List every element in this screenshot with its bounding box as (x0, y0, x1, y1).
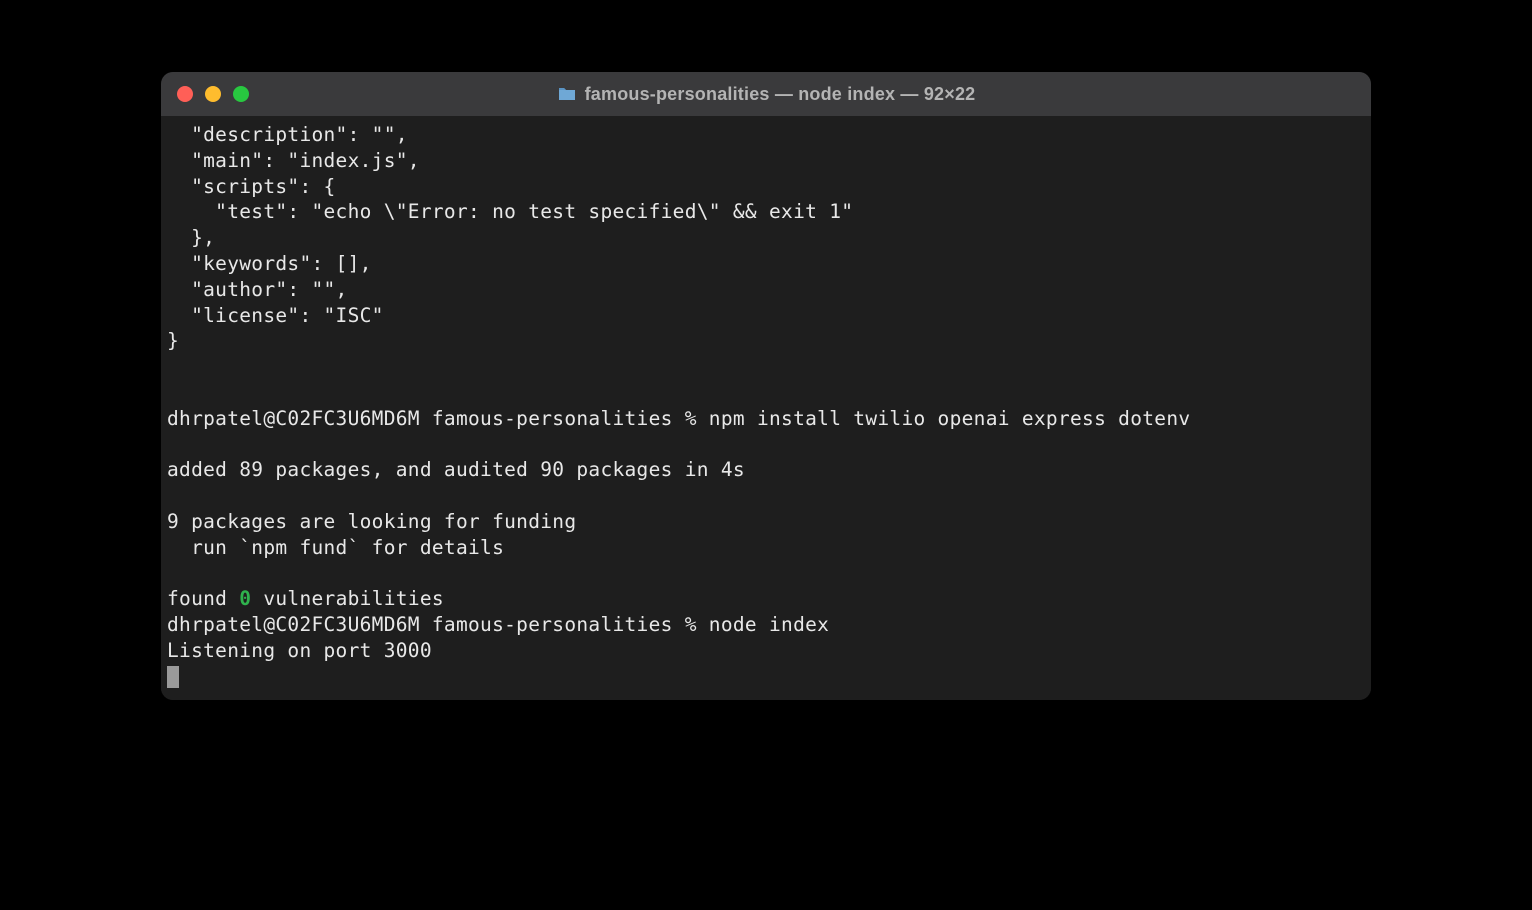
terminal-window: famous-personalities — node index — 92×2… (161, 72, 1371, 700)
terminal-line: dhrpatel@C02FC3U6MD6M famous-personaliti… (167, 407, 1190, 430)
vulnerability-count: 0 (239, 587, 251, 610)
terminal-line: 9 packages are looking for funding (167, 510, 576, 533)
found-prefix: found (167, 587, 239, 610)
terminal-line: } (167, 329, 179, 352)
terminal-line: "scripts": { (167, 175, 336, 198)
terminal-line: "description": "", (167, 123, 408, 146)
terminal-line: run `npm fund` for details (167, 536, 504, 559)
cursor (167, 666, 179, 688)
title-bar[interactable]: famous-personalities — node index — 92×2… (161, 72, 1371, 116)
terminal-line: "license": "ISC" (167, 304, 384, 327)
folder-icon (557, 86, 577, 102)
window-title: famous-personalities — node index — 92×2… (585, 84, 976, 105)
terminal-line: "test": "echo \"Error: no test specified… (167, 200, 853, 223)
terminal-line: }, (167, 226, 215, 249)
terminal-line: "keywords": [], (167, 252, 372, 275)
title-container: famous-personalities — node index — 92×2… (161, 84, 1371, 105)
terminal-content[interactable]: "description": "", "main": "index.js", "… (161, 116, 1371, 700)
terminal-line: "author": "", (167, 278, 348, 301)
close-button[interactable] (177, 86, 193, 102)
minimize-button[interactable] (205, 86, 221, 102)
terminal-prompt-line: dhrpatel@C02FC3U6MD6M famous-personaliti… (167, 613, 829, 636)
terminal-line: added 89 packages, and audited 90 packag… (167, 458, 745, 481)
traffic-lights (177, 86, 249, 102)
terminal-line: "main": "index.js", (167, 149, 420, 172)
zoom-button[interactable] (233, 86, 249, 102)
found-suffix: vulnerabilities (251, 587, 444, 610)
terminal-output-line: Listening on port 3000 (167, 639, 432, 662)
